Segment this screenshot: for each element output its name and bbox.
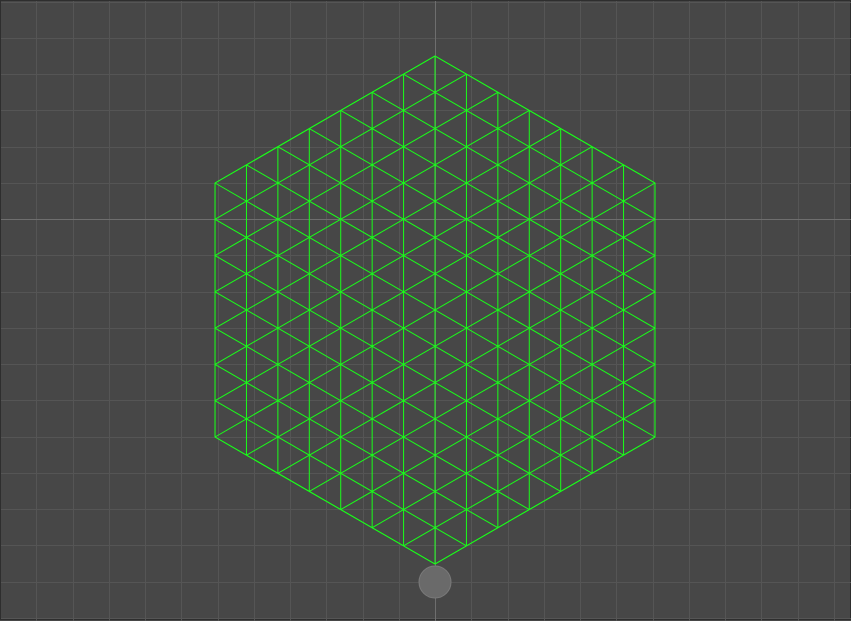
mesh-edge-diagonal-up	[246, 218, 656, 456]
hex-triangle-grid[interactable]	[214, 55, 656, 565]
scene-axes	[1, 1, 851, 621]
scene-canvas[interactable]	[1, 1, 851, 621]
mesh-edge-diagonal-up	[371, 363, 656, 529]
mesh-edge-diagonal-down	[371, 91, 656, 257]
origin-handle[interactable]	[418, 565, 452, 599]
scene-viewport[interactable]	[0, 0, 851, 621]
mesh-edge-diagonal-down	[246, 164, 656, 402]
background-grid	[1, 1, 851, 621]
mesh-edge-diagonal-up	[214, 91, 499, 257]
mesh-edge-diagonal-up	[309, 291, 656, 492]
mesh-edge-diagonal-up	[214, 164, 624, 402]
mesh-edge-diagonal-down	[214, 363, 499, 529]
mesh-edge-diagonal-down	[309, 128, 656, 329]
mesh-edge-diagonal-down	[214, 218, 624, 456]
